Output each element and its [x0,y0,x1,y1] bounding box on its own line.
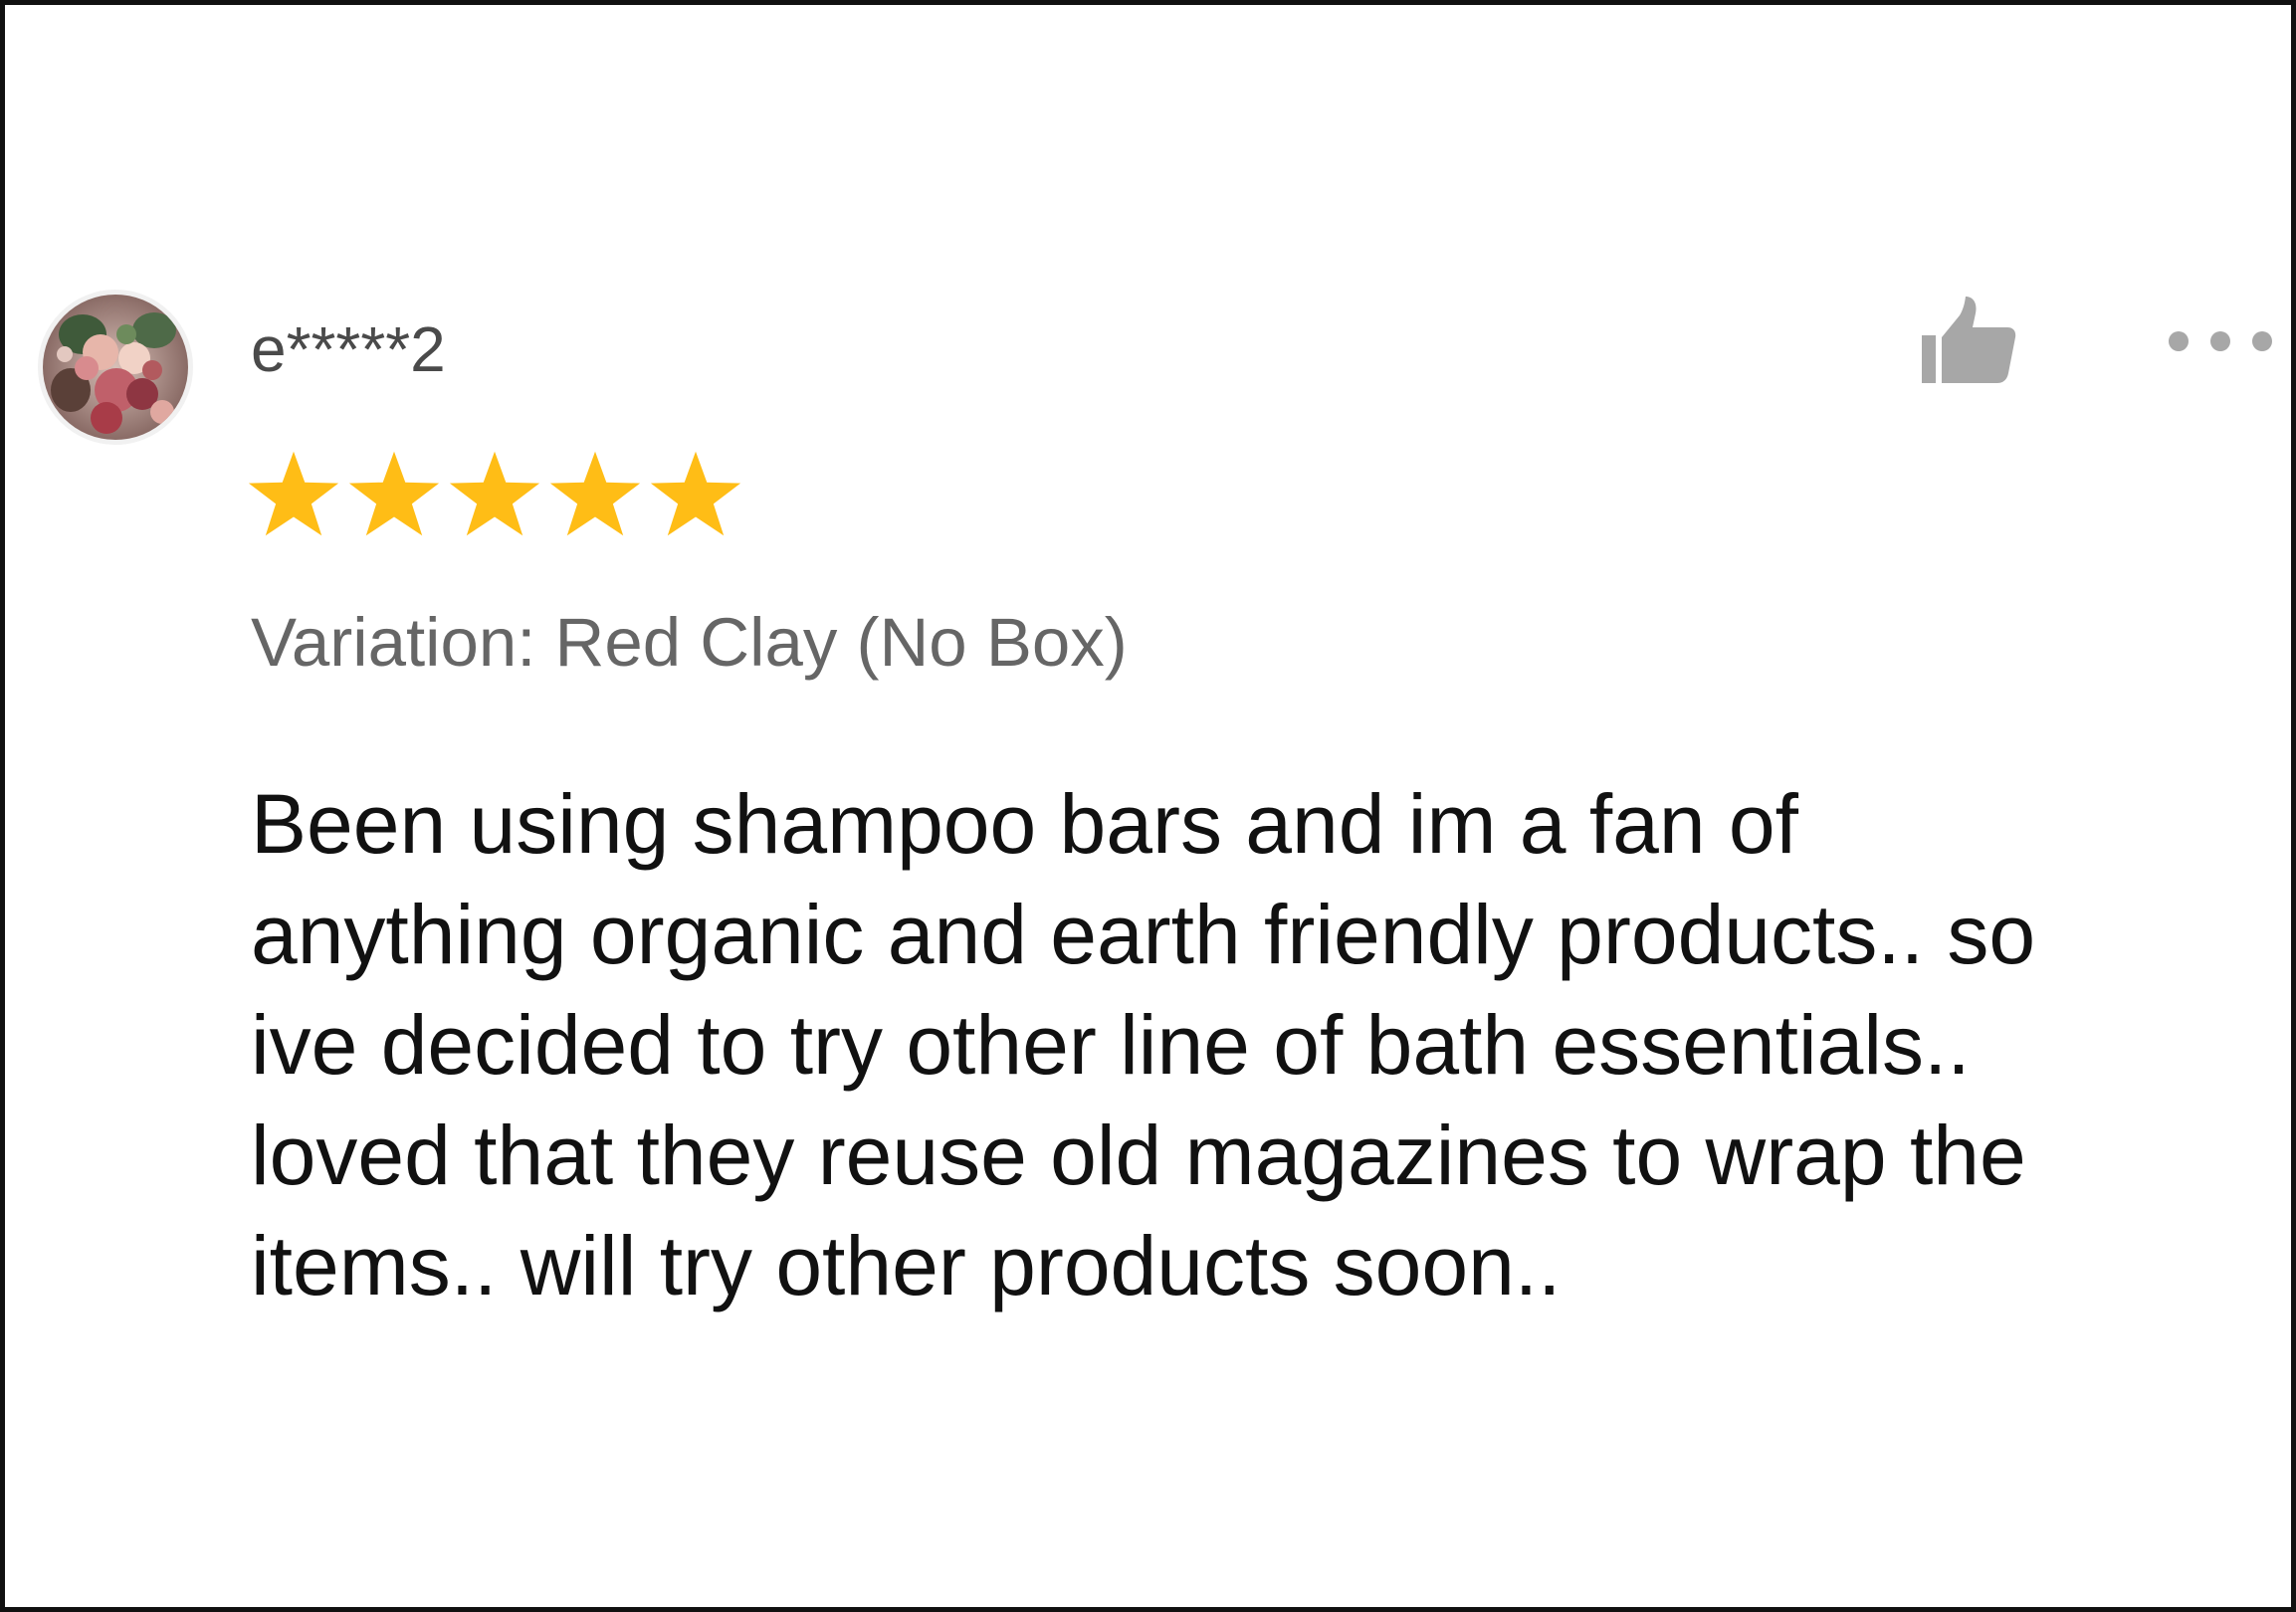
review-card: e*****2 Variation: Red Clay (No Box) Bee… [0,0,2296,1612]
review-text: Been using shampoo bars and im a fan of … [251,769,2261,1321]
review-text-line: items.. will try other products soon.. [251,1219,1562,1312]
review-text-line: loved that they reuse old magazines to w… [251,1108,2026,1202]
product-variation: Variation: Red Clay (No Box) [251,604,1128,681]
review-text-line: ive decided to try other line of bath es… [251,998,1971,1092]
star-icon [448,448,541,539]
star-icon [649,448,742,539]
review-text-line: anything organic and earth friendly prod… [251,888,2036,981]
thumbs-up-icon [1922,297,2016,383]
more-options-button[interactable] [2163,319,2278,363]
more-dots-icon [2169,331,2272,351]
star-rating [247,448,742,539]
star-icon [347,448,441,539]
star-icon [247,448,340,539]
star-icon [548,448,642,539]
avatar[interactable] [38,290,193,445]
avatar-image [43,295,188,440]
review-text-line: Been using shampoo bars and im a fan of [251,777,1798,871]
reviewer-username: e*****2 [251,313,446,385]
like-button[interactable] [1918,294,2017,389]
